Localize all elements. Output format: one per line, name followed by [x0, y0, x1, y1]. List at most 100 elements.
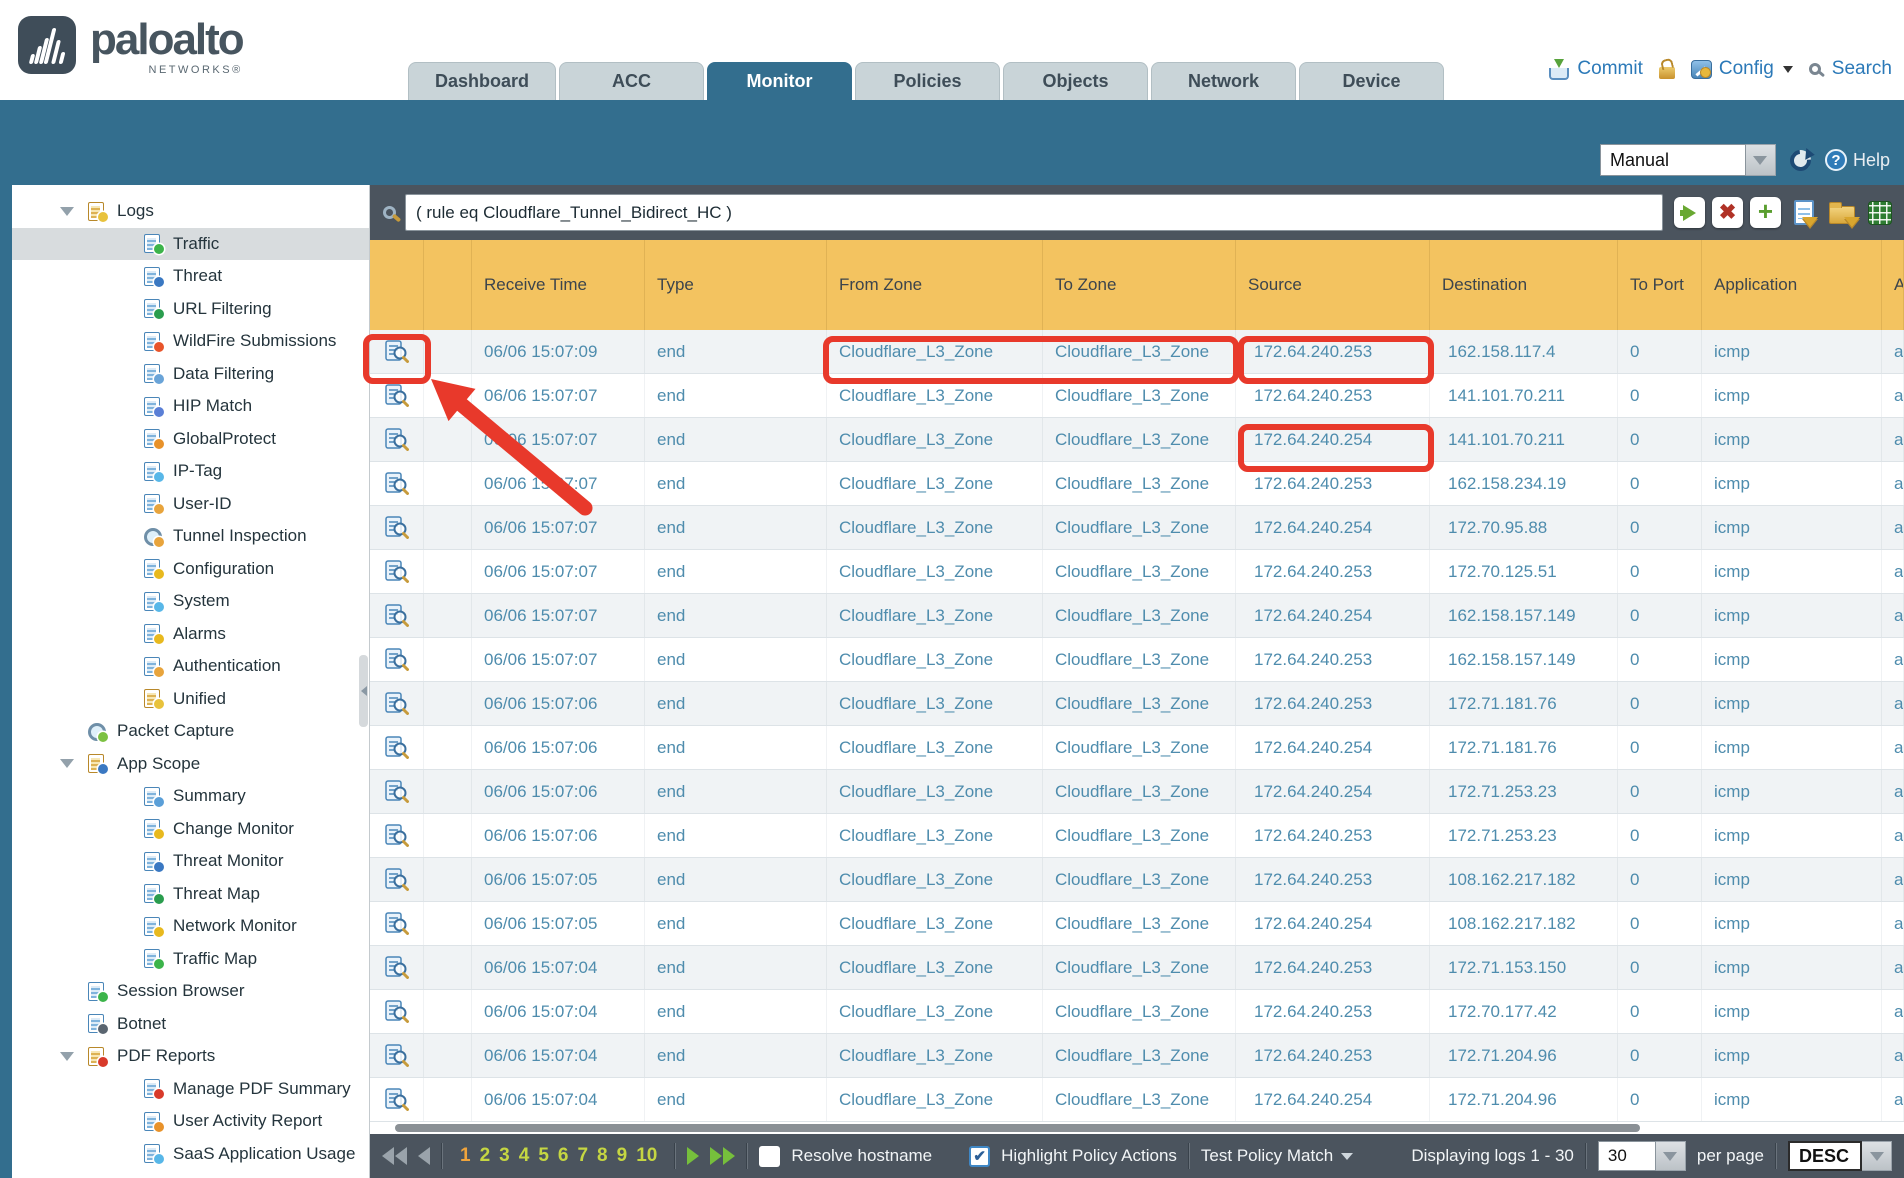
row-to-port[interactable]: 0	[1618, 638, 1702, 681]
row-application[interactable]: icmp	[1702, 594, 1882, 637]
test-policy-match-button[interactable]: Test Policy Match	[1201, 1146, 1353, 1166]
row-to-port[interactable]: 0	[1618, 858, 1702, 901]
row-to-port[interactable]: 0	[1618, 1034, 1702, 1077]
horizontal-scrollbar[interactable]	[370, 1122, 1904, 1134]
row-action[interactable]: a	[1882, 814, 1904, 857]
row-to-zone[interactable]: Cloudflare_L3_Zone	[1043, 550, 1236, 593]
row-action[interactable]: a	[1882, 418, 1904, 461]
row-destination[interactable]: 141.101.70.211	[1430, 374, 1618, 417]
row-action[interactable]: a	[1882, 330, 1904, 373]
column-header[interactable]: A	[1882, 240, 1904, 330]
column-header[interactable]: Receive Time	[472, 240, 645, 330]
row-source[interactable]: 172.64.240.254	[1236, 770, 1430, 813]
row-source[interactable]: 172.64.240.253	[1236, 638, 1430, 681]
row-to-zone[interactable]: Cloudflare_L3_Zone	[1043, 462, 1236, 505]
row-application[interactable]: icmp	[1702, 858, 1882, 901]
row-source[interactable]: 172.64.240.253	[1236, 330, 1430, 373]
row-from-zone[interactable]: Cloudflare_L3_Zone	[827, 990, 1043, 1033]
row-type[interactable]: end	[645, 418, 827, 461]
row-from-zone[interactable]: Cloudflare_L3_Zone	[827, 814, 1043, 857]
column-header[interactable]	[370, 240, 424, 330]
row-action[interactable]: a	[1882, 682, 1904, 725]
log-detail-button[interactable]	[370, 1034, 424, 1077]
table-row[interactable]: 06/06 15:07:05 end Cloudflare_L3_Zone Cl…	[370, 858, 1904, 902]
row-from-zone[interactable]: Cloudflare_L3_Zone	[827, 726, 1043, 769]
commit-button[interactable]: Commit	[1548, 58, 1642, 80]
log-detail-button[interactable]	[370, 770, 424, 813]
row-action[interactable]: a	[1882, 858, 1904, 901]
tab-monitor[interactable]: Monitor	[707, 62, 852, 100]
horizontal-scrollbar-thumb[interactable]	[395, 1124, 1640, 1132]
resolve-hostname-checkbox[interactable]	[759, 1146, 780, 1167]
log-detail-button[interactable]	[370, 374, 424, 417]
table-row[interactable]: 06/06 15:07:07 end Cloudflare_L3_Zone Cl…	[370, 506, 1904, 550]
log-detail-button[interactable]	[370, 506, 424, 549]
sidebar-item-summary[interactable]: Summary	[12, 780, 369, 813]
tab-policies[interactable]: Policies	[855, 62, 1000, 100]
load-filter-button[interactable]	[1826, 197, 1857, 228]
row-source[interactable]: 172.64.240.253	[1236, 814, 1430, 857]
search-button[interactable]: Search	[1809, 58, 1892, 80]
row-application[interactable]: icmp	[1702, 462, 1882, 505]
row-type[interactable]: end	[645, 946, 827, 989]
row-destination[interactable]: 172.70.177.42	[1430, 990, 1618, 1033]
sidebar-item-ip-tag[interactable]: IP-Tag	[12, 455, 369, 488]
row-action[interactable]: a	[1882, 506, 1904, 549]
sidebar-item-manage-pdf-summary[interactable]: Manage PDF Summary	[12, 1073, 369, 1106]
log-detail-button[interactable]	[370, 330, 424, 373]
tab-device[interactable]: Device	[1299, 62, 1444, 100]
row-application[interactable]: icmp	[1702, 990, 1882, 1033]
row-to-zone[interactable]: Cloudflare_L3_Zone	[1043, 1078, 1236, 1121]
row-type[interactable]: end	[645, 374, 827, 417]
tab-objects[interactable]: Objects	[1003, 62, 1148, 100]
table-row[interactable]: 06/06 15:07:07 end Cloudflare_L3_Zone Cl…	[370, 594, 1904, 638]
row-to-zone[interactable]: Cloudflare_L3_Zone	[1043, 682, 1236, 725]
sidebar-item-user-id[interactable]: User-ID	[12, 488, 369, 521]
row-application[interactable]: icmp	[1702, 418, 1882, 461]
row-from-zone[interactable]: Cloudflare_L3_Zone	[827, 638, 1043, 681]
table-row[interactable]: 06/06 15:07:07 end Cloudflare_L3_Zone Cl…	[370, 374, 1904, 418]
row-destination[interactable]: 172.71.181.76	[1430, 682, 1618, 725]
sidebar-item-authentication[interactable]: Authentication	[12, 650, 369, 683]
per-page-dropdown-arrow[interactable]	[1656, 1141, 1686, 1171]
table-row[interactable]: 06/06 15:07:07 end Cloudflare_L3_Zone Cl…	[370, 462, 1904, 506]
previous-page-button[interactable]	[418, 1147, 430, 1165]
row-destination[interactable]: 162.158.234.19	[1430, 462, 1618, 505]
row-to-zone[interactable]: Cloudflare_L3_Zone	[1043, 418, 1236, 461]
log-filter-input[interactable]	[405, 194, 1663, 231]
row-to-port[interactable]: 0	[1618, 682, 1702, 725]
row-type[interactable]: end	[645, 682, 827, 725]
row-to-zone[interactable]: Cloudflare_L3_Zone	[1043, 814, 1236, 857]
row-to-port[interactable]: 0	[1618, 330, 1702, 373]
tab-dashboard[interactable]: Dashboard	[408, 62, 556, 100]
row-destination[interactable]: 172.70.95.88	[1430, 506, 1618, 549]
row-type[interactable]: end	[645, 858, 827, 901]
row-destination[interactable]: 162.158.117.4	[1430, 330, 1618, 373]
row-application[interactable]: icmp	[1702, 1034, 1882, 1077]
row-source[interactable]: 172.64.240.253	[1236, 1034, 1430, 1077]
sidebar-item-hip-match[interactable]: HIP Match	[12, 390, 369, 423]
row-type[interactable]: end	[645, 770, 827, 813]
export-csv-button[interactable]	[1864, 197, 1895, 228]
table-row[interactable]: 06/06 15:07:07 end Cloudflare_L3_Zone Cl…	[370, 638, 1904, 682]
row-application[interactable]: icmp	[1702, 814, 1882, 857]
sort-order-select[interactable]: DESC	[1788, 1141, 1892, 1171]
row-to-port[interactable]: 0	[1618, 770, 1702, 813]
row-to-zone[interactable]: Cloudflare_L3_Zone	[1043, 638, 1236, 681]
first-page-button[interactable]	[382, 1147, 407, 1165]
table-row[interactable]: 06/06 15:07:06 end Cloudflare_L3_Zone Cl…	[370, 682, 1904, 726]
log-detail-button[interactable]	[370, 990, 424, 1033]
tab-network[interactable]: Network	[1151, 62, 1296, 100]
row-destination[interactable]: 108.162.217.182	[1430, 858, 1618, 901]
sidebar-item-packet-capture[interactable]: Packet Capture	[12, 715, 369, 748]
page-number[interactable]: 9	[617, 1145, 628, 1167]
row-to-zone[interactable]: Cloudflare_L3_Zone	[1043, 594, 1236, 637]
row-from-zone[interactable]: Cloudflare_L3_Zone	[827, 1078, 1043, 1121]
row-to-port[interactable]: 0	[1618, 1078, 1702, 1121]
log-detail-button[interactable]	[370, 814, 424, 857]
per-page-select[interactable]: 30	[1598, 1141, 1686, 1171]
log-detail-button[interactable]	[370, 858, 424, 901]
row-destination[interactable]: 172.71.204.96	[1430, 1078, 1618, 1121]
row-destination[interactable]: 162.158.157.149	[1430, 638, 1618, 681]
column-header[interactable]: Type	[645, 240, 827, 330]
